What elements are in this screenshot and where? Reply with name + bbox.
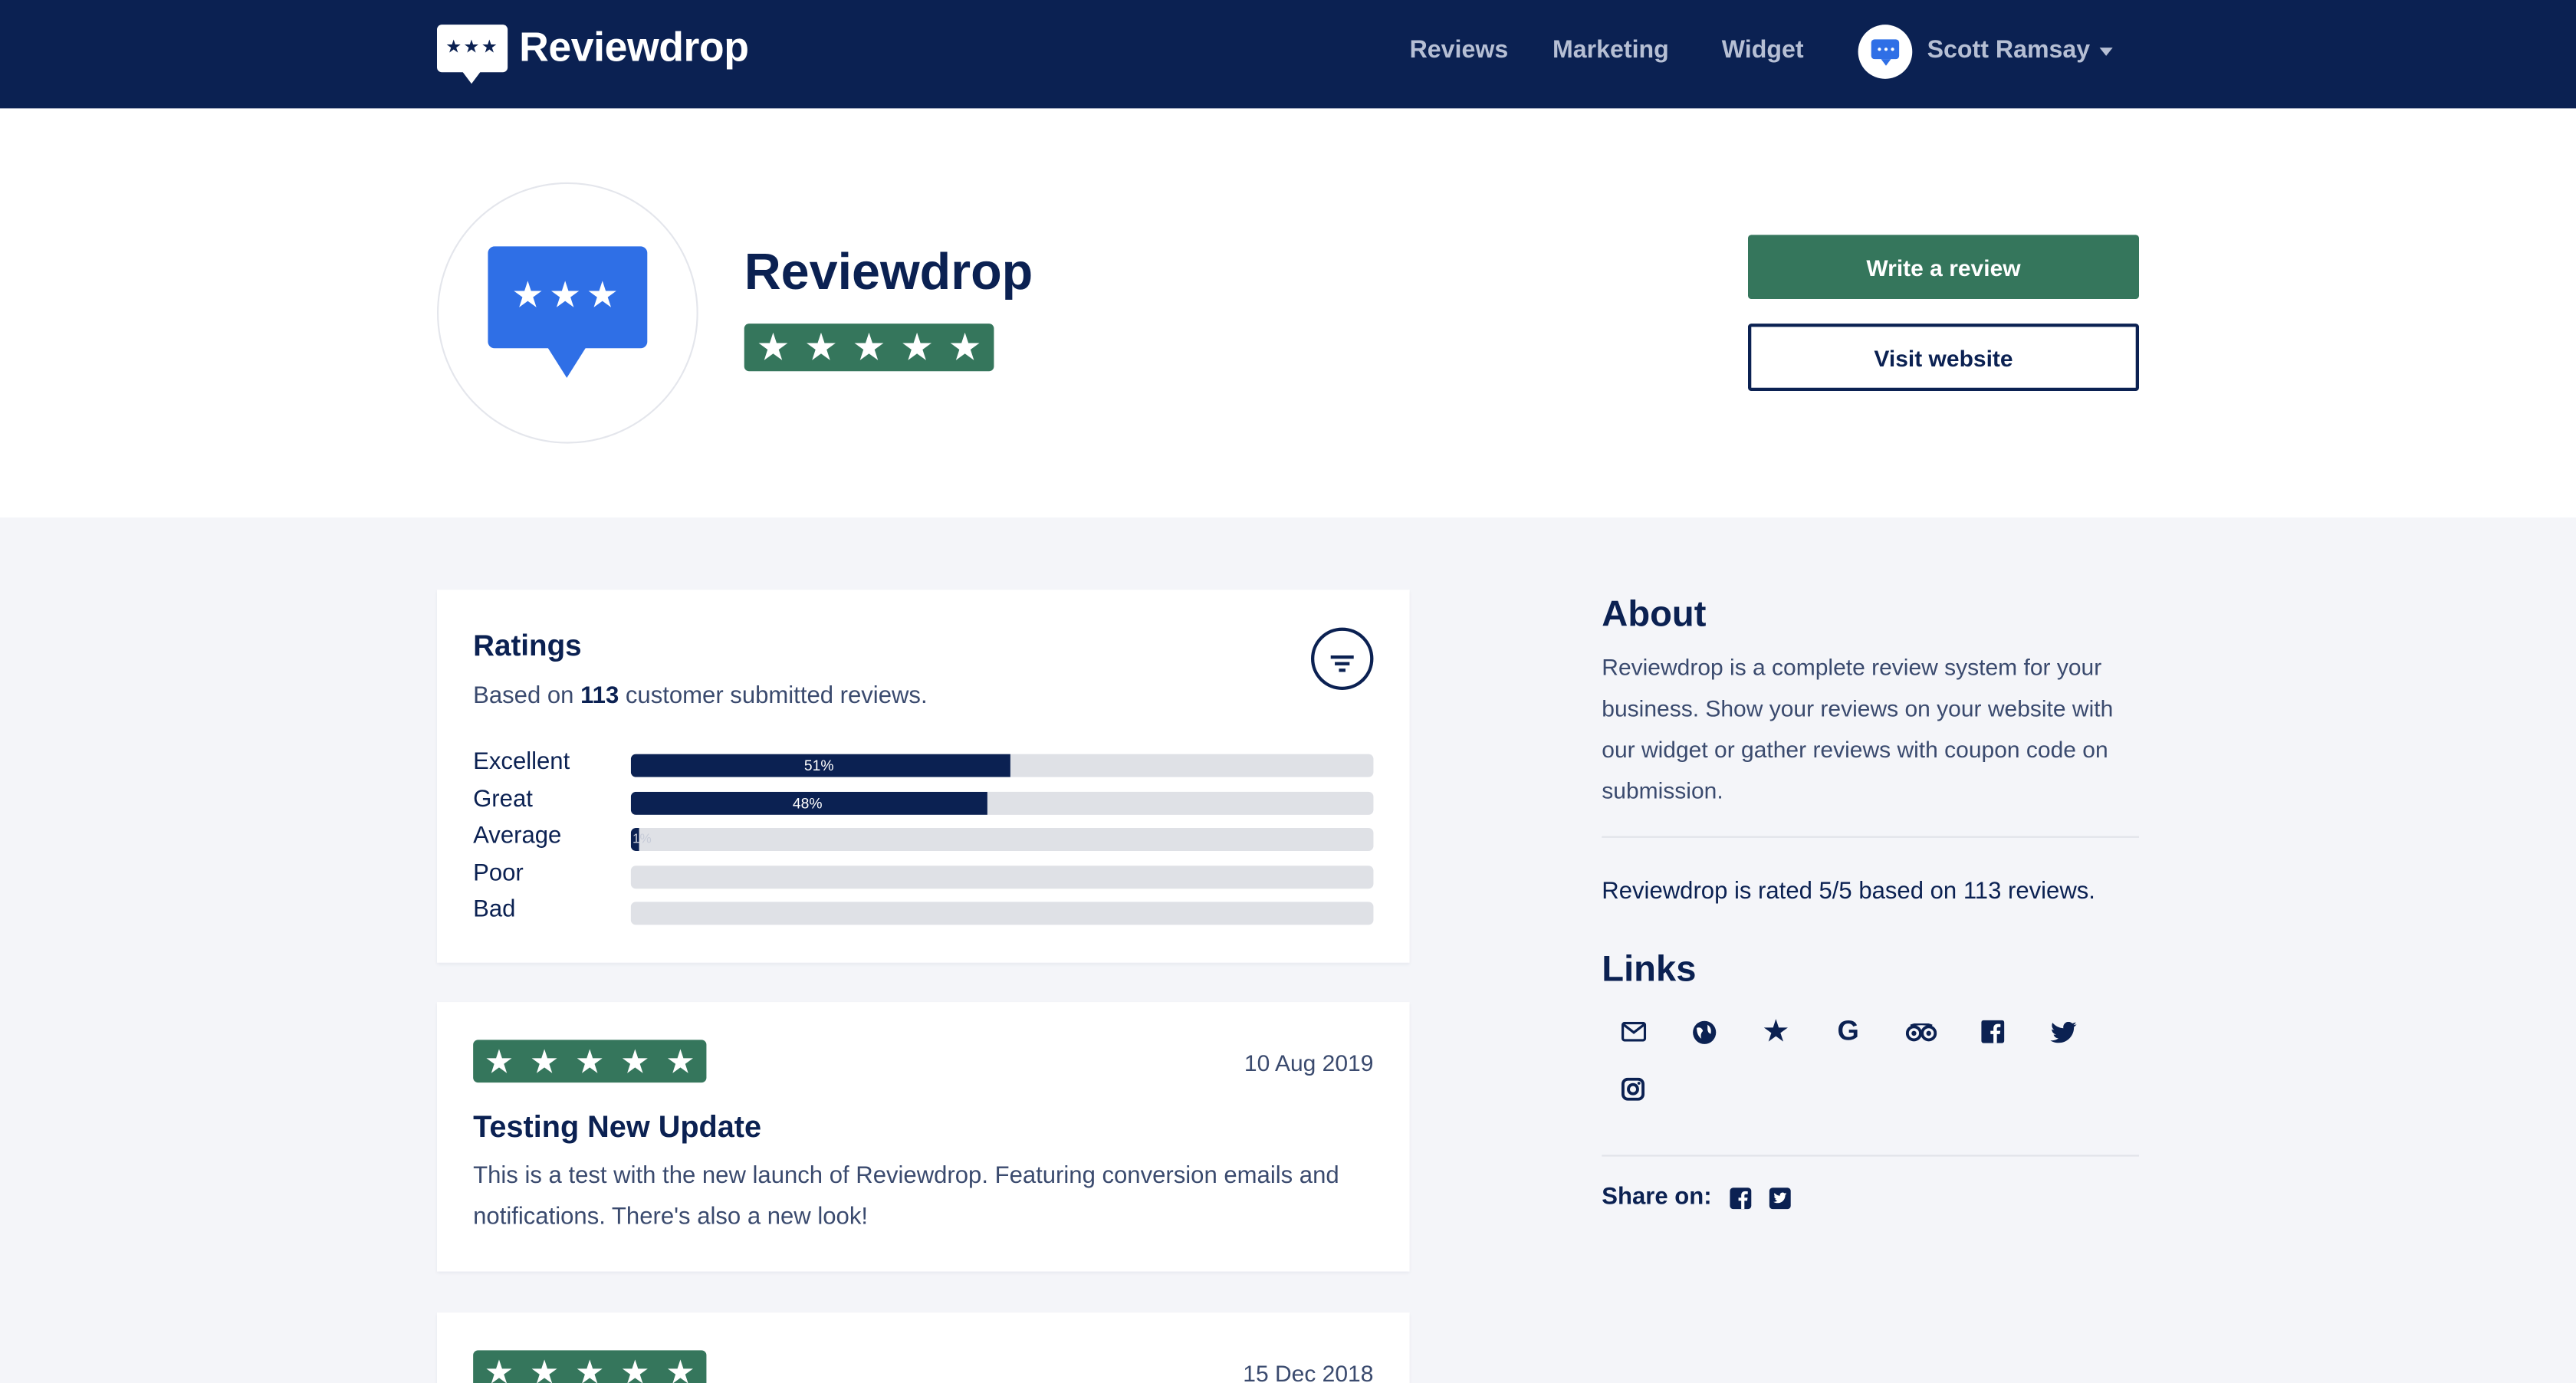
star-icon: ★ bbox=[484, 1043, 514, 1080]
rating-bar[interactable] bbox=[630, 865, 1374, 889]
user-avatar[interactable] bbox=[1858, 25, 1913, 79]
rating-percent: 51% bbox=[803, 757, 834, 774]
ratings-card: Ratings Based on 113 customer submitted … bbox=[437, 590, 1410, 963]
rating-row-poor: Poor bbox=[473, 857, 1374, 890]
based-on-prefix: Based on bbox=[473, 683, 574, 710]
rating-label: Average bbox=[473, 823, 562, 849]
brand-logo-icon: ★★★ bbox=[437, 25, 508, 84]
star-icon: ★ bbox=[852, 325, 886, 368]
star-icon: ★ bbox=[620, 1354, 650, 1383]
review-card: ★ ★ ★ ★ ★ 10 Aug 2019 Testing New Update Thi… bbox=[437, 1002, 1410, 1272]
share-row: Share on: bbox=[1602, 1184, 1791, 1211]
speech-bubble-stars-icon: ★★★ bbox=[488, 246, 648, 378]
share-label: Share on: bbox=[1602, 1184, 1712, 1211]
facebook-icon[interactable] bbox=[1971, 1010, 2014, 1053]
filter-icon-line bbox=[1335, 662, 1350, 665]
star-icon: ★ bbox=[948, 325, 982, 368]
write-review-button[interactable]: Write a review bbox=[1748, 235, 2139, 299]
rating-row-great: Great 48% bbox=[473, 783, 1374, 816]
about-heading: About bbox=[1602, 593, 1707, 635]
divider bbox=[1602, 1155, 2139, 1157]
filter-icon-line bbox=[1339, 669, 1346, 672]
rating-label: Bad bbox=[473, 897, 516, 924]
rating-row-bad: Bad bbox=[473, 894, 1374, 927]
rating-percent: 48% bbox=[792, 794, 823, 811]
rating-row-excellent: Excellent 51% bbox=[473, 746, 1374, 779]
nav-link-widget[interactable]: Widget bbox=[1722, 36, 1804, 64]
ratings-heading: Ratings bbox=[473, 629, 582, 662]
rating-bar[interactable]: 1% bbox=[630, 828, 1374, 851]
business-name: Reviewdrop bbox=[744, 243, 1033, 301]
rating-summary-text: Reviewdrop is rated 5/5 based on 113 rev… bbox=[1602, 879, 2095, 905]
facebook-icon[interactable] bbox=[1730, 1187, 1752, 1209]
star-icon[interactable]: ★ bbox=[1755, 1010, 1798, 1053]
rating-percent: 1% bbox=[632, 831, 652, 846]
instagram-icon[interactable] bbox=[1612, 1068, 1654, 1111]
review-date: 15 Dec 2018 bbox=[1243, 1360, 1374, 1383]
star-icon: ★ bbox=[620, 1043, 650, 1080]
rating-label: Great bbox=[473, 786, 533, 813]
review-star-rating: ★ ★ ★ ★ ★ bbox=[473, 1350, 707, 1383]
nav-link-marketing[interactable]: Marketing bbox=[1552, 36, 1669, 64]
top-navbar: ★★★ Reviewdrop Reviews Marketing Widget … bbox=[0, 0, 2576, 109]
rating-label: Excellent bbox=[473, 749, 570, 776]
brand[interactable]: ★★★ Reviewdrop bbox=[437, 25, 749, 84]
star-icon: ★ bbox=[665, 1043, 695, 1080]
tripadvisor-icon[interactable] bbox=[1899, 1010, 1942, 1053]
chevron-down-icon[interactable] bbox=[2099, 48, 2113, 56]
star-icon: ★ bbox=[484, 1354, 514, 1383]
google-icon[interactable]: G bbox=[1827, 1010, 1870, 1053]
based-on-suffix: customer submitted reviews. bbox=[625, 683, 928, 710]
nav-link-reviews[interactable]: Reviews bbox=[1410, 36, 1509, 64]
links-heading: Links bbox=[1602, 948, 1697, 989]
review-count: 113 bbox=[580, 683, 619, 710]
star-icon: ★ bbox=[575, 1043, 605, 1080]
filter-icon bbox=[1330, 655, 1354, 659]
globe-icon[interactable] bbox=[1682, 1010, 1725, 1053]
twitter-icon[interactable] bbox=[2042, 1010, 2085, 1053]
brand-name: Reviewdrop bbox=[519, 25, 749, 71]
star-icon: ★ bbox=[529, 1043, 560, 1080]
star-icon: ★ bbox=[756, 325, 790, 368]
twitter-icon[interactable] bbox=[1769, 1187, 1791, 1209]
ratings-summary: Based on 113 customer submitted reviews. bbox=[473, 683, 927, 709]
rating-bar[interactable]: 51% bbox=[630, 754, 1374, 777]
star-icon: ★ bbox=[665, 1354, 695, 1383]
rating-row-average: Average 1% bbox=[473, 820, 1374, 852]
chat-bubble-icon bbox=[1871, 39, 1900, 66]
review-title: Testing New Update bbox=[473, 1109, 762, 1144]
star-icon: ★ bbox=[803, 325, 839, 368]
page: ★★★ Reviewdrop Reviews Marketing Widget … bbox=[0, 0, 2576, 1383]
user-menu[interactable]: Scott Ramsay bbox=[1927, 36, 2091, 64]
divider bbox=[1602, 836, 2139, 838]
about-text: Reviewdrop is a complete review system f… bbox=[1602, 653, 2114, 803]
review-card: ★ ★ ★ ★ ★ 15 Dec 2018 bbox=[437, 1312, 1410, 1383]
filter-button[interactable] bbox=[1311, 627, 1374, 690]
review-body: This is a test with the new launch of Re… bbox=[473, 1163, 1339, 1230]
review-date: 10 Aug 2019 bbox=[1244, 1050, 1374, 1076]
rating-bar[interactable] bbox=[630, 902, 1374, 925]
star-rating: ★ ★ ★ ★ ★ bbox=[744, 324, 994, 372]
email-icon[interactable] bbox=[1612, 1010, 1654, 1053]
review-star-rating: ★ ★ ★ ★ ★ bbox=[473, 1040, 707, 1083]
rating-bar[interactable]: 48% bbox=[630, 790, 1374, 814]
star-icon: ★ bbox=[899, 325, 935, 368]
rating-label: Poor bbox=[473, 859, 524, 887]
business-header: ★★★ Reviewdrop ★ ★ ★ ★ ★ Write a review Visi… bbox=[0, 108, 2576, 517]
business-logo: ★★★ bbox=[437, 182, 698, 444]
star-icon: ★ bbox=[575, 1354, 605, 1383]
visit-website-button[interactable]: Visit website bbox=[1748, 324, 2139, 391]
star-icon: ★ bbox=[529, 1354, 560, 1383]
